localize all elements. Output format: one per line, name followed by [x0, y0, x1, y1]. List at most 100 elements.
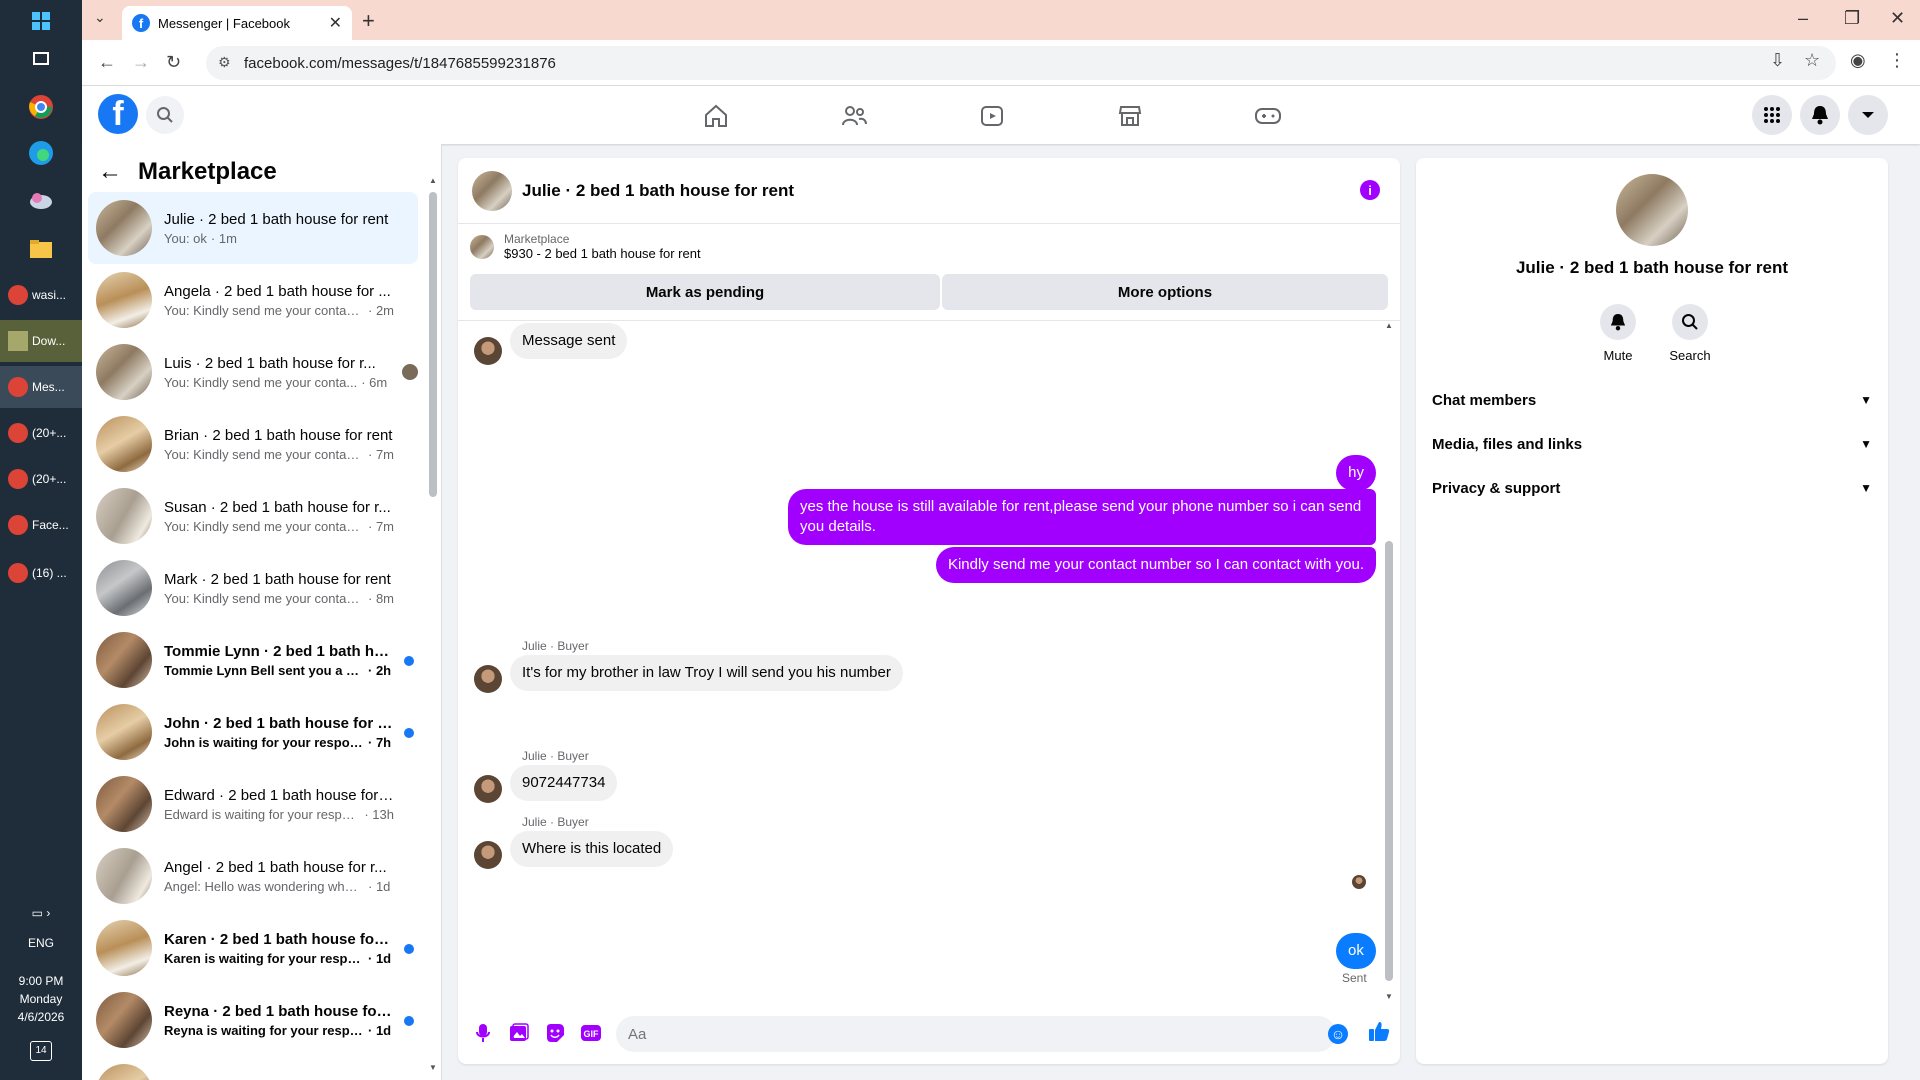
gaming-nav-icon[interactable]	[1254, 102, 1282, 130]
taskbar-app-4[interactable]: (20+...	[0, 412, 82, 454]
system-tray-icon[interactable]: ▭ ›	[0, 904, 82, 922]
chat-list-item[interactable]: Angel · 2 bed 1 bath house for r... Angel…	[88, 840, 418, 912]
marketplace-nav-icon[interactable]	[1116, 102, 1144, 130]
chat-list-item[interactable]: Luis · 2 bed 1 bath house for r... You: K…	[88, 336, 418, 408]
window-close-icon[interactable]: ✕	[1890, 8, 1905, 29]
chat-time: · 2h	[368, 662, 392, 678]
bookmark-star-icon[interactable]: ☆	[1804, 50, 1820, 71]
chat-list-item[interactable]: Tommie Lynn · 2 bed 1 bath ho... Tommie L…	[88, 624, 418, 696]
friends-nav-icon[interactable]	[840, 102, 868, 130]
url-bar[interactable]: ⚙ facebook.com/messages/t/18476855992318…	[206, 46, 1836, 80]
facebook-logo-icon[interactable]: f	[98, 94, 138, 134]
read-receipt-avatar	[1352, 875, 1366, 889]
sticker-icon[interactable]	[544, 1022, 566, 1044]
media-files-links-section[interactable]: Media, files and links ▼	[1432, 426, 1872, 462]
like-thumb-icon[interactable]	[1368, 1020, 1390, 1048]
marketplace-listing-card[interactable]: Marketplace $930 - 2 bed 1 bath house fo…	[470, 232, 701, 261]
weather-app-icon[interactable]	[24, 184, 58, 218]
account-chevron-icon[interactable]	[1848, 95, 1888, 135]
chat-list-item[interactable]: Angela · 2 bed 1 bath house for ... You: …	[88, 264, 418, 336]
windows-start-icon[interactable]	[24, 4, 58, 38]
back-arrow-icon[interactable]: ←	[98, 52, 116, 73]
chat-list-item[interactable]: Brian · 2 bed 1 bath house for rent You: …	[88, 408, 418, 480]
chat-list-item[interactable]: John · 2 bed 1 bath house for r... John i…	[88, 696, 418, 768]
mark-as-pending-button[interactable]: Mark as pending	[470, 274, 940, 310]
emoji-icon[interactable]: ☺	[1328, 1024, 1348, 1044]
privacy-support-section[interactable]: Privacy & support ▼	[1432, 470, 1872, 506]
notification-icon[interactable]: 14	[0, 1040, 82, 1061]
restore-icon[interactable]: ❐	[1844, 8, 1860, 29]
chat-list-item[interactable]: Reyna · 2 bed 1 bath house for... Reyna i…	[88, 984, 418, 1056]
install-app-icon[interactable]: ⇩	[1770, 50, 1785, 71]
tab-close-icon[interactable]: ✕	[329, 13, 342, 33]
chat-snippet: You: Kindly send me your contact ... · 7m	[164, 519, 394, 534]
chat-list-item[interactable]: Julie · 2 bed 1 bath house for rent You: …	[88, 192, 418, 264]
new-tab-icon[interactable]: +	[362, 8, 375, 34]
file-explorer-icon[interactable]	[24, 232, 58, 266]
chrome-icon[interactable]	[24, 90, 58, 124]
chat-members-section[interactable]: Chat members ▼	[1432, 382, 1872, 418]
forward-arrow-icon[interactable]: →	[132, 52, 150, 73]
chat-name: Edward · 2 bed 1 bath house for ...	[164, 786, 394, 804]
taskbar-app-6[interactable]: Face...	[0, 504, 82, 546]
conversation-avatar[interactable]	[472, 170, 512, 211]
minimize-icon[interactable]: –	[1798, 8, 1808, 29]
taskbar-app-3[interactable]: Mes...	[0, 366, 82, 408]
clock-time[interactable]: 9:00 PM	[0, 972, 82, 990]
thread-scrollbar[interactable]: ▲ ▼	[1384, 321, 1394, 1001]
scrollbar-thumb[interactable]	[1385, 541, 1393, 981]
chat-list-item[interactable]: Karen · 2 bed 1 bath house for ... Karen …	[88, 912, 418, 984]
scroll-down-icon[interactable]: ▼	[429, 1063, 437, 1072]
conversation-panel: Julie · 2 bed 1 bath house for rent i Ma…	[458, 158, 1400, 1064]
conversation-title[interactable]: Julie · 2 bed 1 bath house for rent	[522, 181, 794, 201]
section-label: Chat members	[1432, 391, 1537, 409]
video-nav-icon[interactable]	[978, 102, 1006, 130]
more-options-button[interactable]: More options	[942, 274, 1388, 310]
chat-list-item[interactable]: Edward · 2 bed 1 bath house for ... Edwar…	[88, 768, 418, 840]
menu-grid-icon[interactable]	[1752, 95, 1792, 135]
taskbar-app-1[interactable]: wasi...	[0, 274, 82, 316]
home-nav-icon[interactable]	[702, 102, 730, 130]
reload-icon[interactable]: ↻	[166, 52, 181, 73]
url-text: facebook.com/messages/t/1847685599231876	[244, 54, 556, 72]
chat-name: Reyna · 2 bed 1 bath house for...	[164, 1002, 394, 1020]
chat-avatar	[96, 848, 152, 904]
tab-search-chevron-icon[interactable]: ⌄	[94, 9, 106, 26]
language-indicator[interactable]: ENG	[0, 934, 82, 952]
site-info-icon[interactable]: ⚙	[218, 54, 231, 71]
chat-snippet: John is waiting for your response. · 7h	[164, 735, 394, 750]
chat-avatar	[96, 992, 152, 1048]
info-icon[interactable]: i	[1360, 180, 1380, 200]
edge-icon[interactable]	[24, 136, 58, 170]
browser-tab[interactable]: f Messenger | Facebook ✕	[122, 6, 352, 40]
taskbar-app-5[interactable]: (20+...	[0, 458, 82, 500]
taskbar-app-2[interactable]: Dow...	[0, 320, 82, 362]
mute-button[interactable]: Mute	[1588, 304, 1648, 363]
chat-time: · 1d	[368, 878, 391, 894]
profile-icon[interactable]: ◉	[1850, 50, 1866, 71]
back-arrow-icon[interactable]: ←	[98, 158, 122, 186]
chat-list-item[interactable]: Susan · 2 bed 1 bath house for r... You: …	[88, 480, 418, 552]
search-icon	[1672, 304, 1708, 340]
photo-icon[interactable]	[508, 1022, 530, 1044]
scroll-up-icon[interactable]: ▲	[429, 176, 437, 185]
chat-snippet: You: Kindly send me your contact ... · 8m	[164, 591, 394, 606]
gif-icon[interactable]: GIF	[580, 1022, 602, 1044]
chat-snippet-text: You: Kindly send me your contact ...	[164, 590, 364, 606]
chrome-menu-icon[interactable]: ⋮	[1888, 50, 1906, 71]
message-input[interactable]	[616, 1016, 1336, 1052]
chat-name: Susan · 2 bed 1 bath house for r...	[164, 498, 391, 516]
scrollbar-thumb[interactable]	[429, 192, 437, 497]
chat-list-item[interactable]: Mark · 2 bed 1 bath house for rent You: K…	[88, 552, 418, 624]
contact-avatar[interactable]	[1616, 174, 1688, 246]
chat-list-scrollbar[interactable]: ▲ ▼	[429, 172, 437, 1072]
microphone-icon[interactable]	[472, 1022, 494, 1044]
task-view-icon[interactable]	[24, 42, 58, 76]
facebook-search-icon[interactable]	[146, 96, 184, 134]
chrome-profile-icon	[8, 285, 28, 305]
notifications-bell-icon[interactable]	[1800, 95, 1840, 135]
scroll-up-icon[interactable]: ▲	[1385, 321, 1393, 330]
chat-list-item[interactable]: Grant · 2 bed 1 bath house for...	[88, 1056, 418, 1080]
taskbar-app-7[interactable]: (16) ...	[0, 552, 82, 594]
search-in-conversation-button[interactable]: Search	[1660, 304, 1720, 363]
